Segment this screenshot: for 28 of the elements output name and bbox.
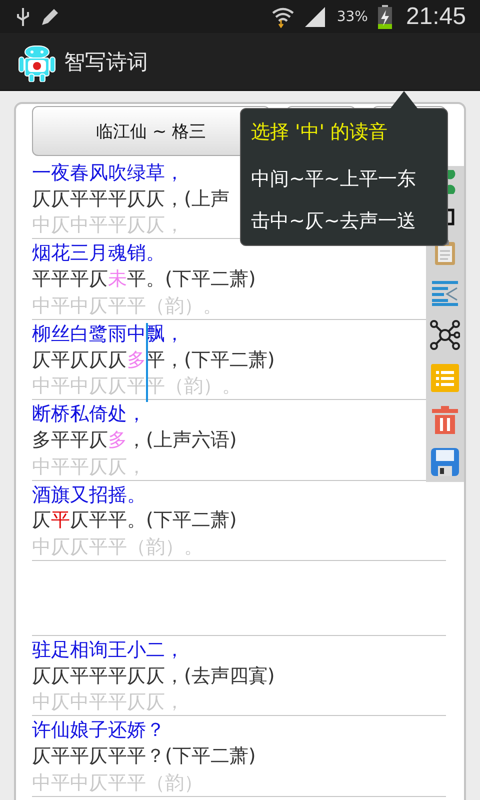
reading-option[interactable]: 击中~仄~去声一送: [251, 207, 416, 235]
poem-line[interactable]: 断桥私倚处，: [32, 402, 146, 428]
clock: 21:45: [406, 2, 466, 30]
poem-line[interactable]: 驻足相询王小二，: [32, 638, 184, 664]
delete-icon[interactable]: [431, 406, 459, 434]
network-icon[interactable]: [430, 320, 460, 350]
battery-percent: 33%: [336, 8, 368, 24]
poem-line[interactable]: 柳丝白鹭雨中飘，: [32, 322, 184, 348]
tone-line: 仄仄平平平仄仄，(上声: [32, 186, 230, 212]
tone-line: 平平平仄未平。(下平二萧): [32, 267, 256, 292]
wifi-icon: [270, 6, 295, 28]
signal-icon: [304, 6, 327, 26]
pencil-icon: [40, 6, 60, 26]
tone-line: 多平平仄多，(上声六语): [32, 428, 237, 453]
battery-icon: [378, 4, 392, 28]
tone-line: 仄平平仄平平？(下平二萧): [32, 744, 256, 770]
tone-line: 仄平仄仄仄多 平，(下平二萧): [32, 348, 275, 373]
poem-line[interactable]: 烟花三月魂销。: [32, 241, 165, 268]
poem-line[interactable]: 许仙娘子还娇？: [32, 718, 165, 744]
tone-line: 仄仄平平平仄仄，(去声四寘): [32, 664, 275, 689]
app-title: 智写诗词: [64, 48, 148, 76]
tone-line: 仄平仄平平。(下平二萧): [32, 508, 237, 534]
usb-icon: [16, 6, 30, 28]
clipboard-icon[interactable]: [434, 240, 456, 266]
save-icon[interactable]: [431, 448, 459, 476]
reading-option[interactable]: 中间~平~上平一东: [251, 165, 416, 193]
poem-line[interactable]: 酒旗又招摇。: [32, 482, 146, 508]
poem-line[interactable]: 一夜春风吹绿草，: [32, 161, 184, 187]
